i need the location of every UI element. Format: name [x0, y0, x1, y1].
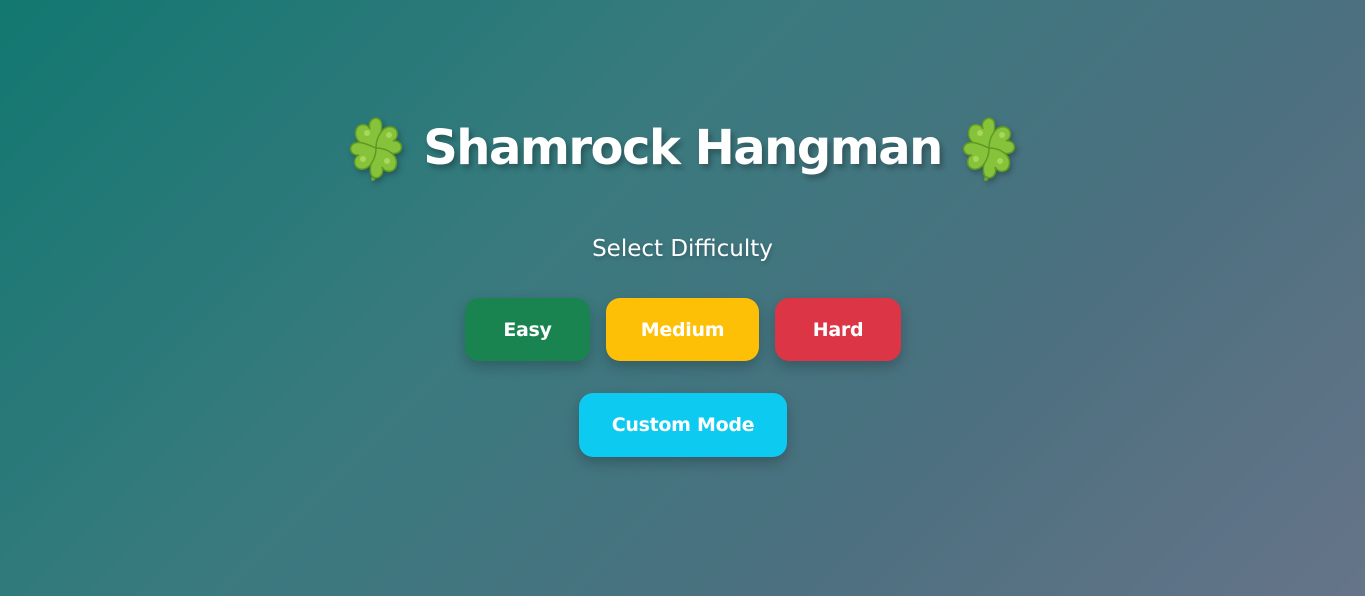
title-row: Shamrock Hangman	[0, 112, 1365, 184]
medium-button[interactable]: Medium	[606, 298, 759, 361]
start-screen: Shamrock Hangman Select Difficulty Easy …	[0, 0, 1365, 596]
shamrock-icon	[960, 115, 1018, 181]
easy-button[interactable]: Easy	[465, 298, 590, 361]
hard-button[interactable]: Hard	[775, 298, 901, 361]
custom-mode-button[interactable]: Custom Mode	[579, 393, 787, 457]
page-title: Shamrock Hangman	[423, 120, 943, 176]
shamrock-icon	[347, 115, 405, 181]
difficulty-label: Select Difficulty	[592, 236, 773, 262]
